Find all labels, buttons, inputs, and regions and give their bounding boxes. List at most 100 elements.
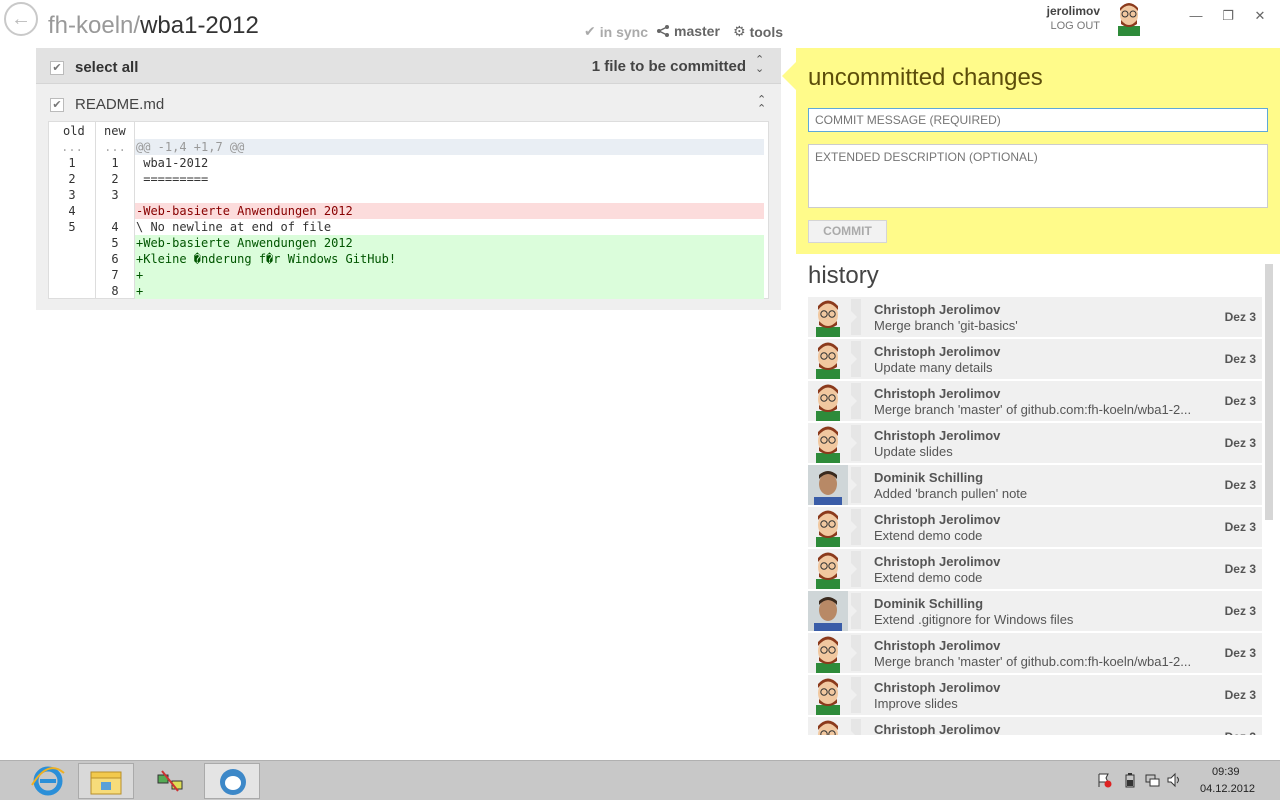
diff-new-line-number: 7 — [111, 268, 119, 282]
commit-message: Merge branch 'master' of github.com:fh-k… — [874, 402, 1192, 417]
diff-line-text: \ No newline at end of file — [136, 220, 332, 234]
commit-author: Christoph Jerolimov — [874, 302, 1001, 317]
diff-hunk-header: ...... @@ -1,4 +1,7 @@ — [49, 139, 764, 155]
commit-author-avatar — [818, 720, 838, 735]
restore-icon[interactable]: ❐ — [1216, 8, 1240, 24]
select-all-checkbox[interactable]: ✔ — [50, 61, 64, 75]
diff-line-removed: 4 -Web-basierte Anwendungen 2012 — [49, 203, 764, 219]
diff-old-line-number: ... — [61, 140, 83, 154]
extended-description-input[interactable] — [808, 144, 1268, 208]
diff-new-line-number: 4 — [111, 220, 119, 234]
clock-date[interactable]: 04.12.2012 — [1200, 783, 1255, 795]
commit-message: Update slides — [874, 444, 953, 459]
minimize-icon[interactable]: — — [1184, 8, 1208, 24]
diff-line-context: 5 4 \ No newline at end of file — [49, 219, 764, 235]
history-item[interactable]: Christoph Jerolimov Update slides Dez 3 — [808, 423, 1262, 463]
select-all-label[interactable]: select all — [75, 59, 138, 76]
back-button[interactable]: ← — [4, 2, 38, 36]
history-item[interactable]: Christoph Jerolimov Merge branch 'master'… — [808, 381, 1262, 421]
branch-button[interactable]: master — [656, 23, 720, 39]
commit-message-input[interactable] — [808, 108, 1268, 132]
commit-author: Christoph Jerolimov — [874, 428, 1001, 443]
commit-message: Merge branch 'git-basics' — [874, 318, 1018, 333]
commit-title: uncommitted changes — [808, 64, 1043, 91]
taskbar-network-tool[interactable] — [142, 763, 198, 799]
commit-author-avatar — [816, 678, 840, 715]
gear-icon: ⚙ — [733, 23, 746, 39]
close-icon[interactable]: ✕ — [1248, 8, 1272, 24]
history-item-notch — [851, 719, 861, 735]
commit-message: Added 'branch pullen' note — [874, 486, 1028, 501]
logout-link[interactable]: LOG OUT — [1046, 20, 1100, 32]
commit-date: Dez 3 — [1224, 352, 1256, 366]
history-item[interactable]: Christoph Jerolimov Merge branch 'master'… — [808, 633, 1262, 673]
commit-author-avatar — [816, 384, 840, 421]
diff-new-line-number: 5 — [111, 236, 119, 250]
commit-author-avatar — [808, 591, 848, 631]
repo-name: wba1-2012 — [140, 12, 259, 39]
commit-date: Dez 3 — [1224, 436, 1256, 450]
user-avatar[interactable] — [1113, 0, 1145, 36]
internet-explorer-icon — [31, 766, 65, 796]
history-item[interactable]: Christoph Jerolimov Dez 3 — [808, 717, 1262, 735]
checkmark-icon: ✔ — [584, 23, 596, 39]
collapse-file-icon[interactable]: ⌃ ⌃ — [757, 95, 766, 115]
commit-author-avatar — [816, 426, 840, 463]
clock-time[interactable]: 09:39 — [1212, 766, 1240, 778]
diff-line-text: @@ -1,4 +1,7 @@ — [135, 139, 764, 155]
tools-button[interactable]: ⚙ tools — [733, 23, 783, 40]
history-item-notch — [851, 383, 861, 419]
action-center-flag-icon[interactable] — [1096, 772, 1112, 788]
commit-author-avatar — [816, 342, 840, 379]
history-item-notch — [851, 299, 861, 335]
checkmark-icon: ✔ — [52, 62, 62, 74]
commit-author-avatar — [816, 300, 840, 337]
commit-date: Dez 3 — [1225, 730, 1256, 735]
repo-owner[interactable]: fh-koeln/ — [48, 12, 140, 39]
file-checkbox[interactable]: ✔ — [50, 98, 64, 112]
history-item[interactable]: Christoph Jerolimov Extend demo code Dez 3 — [808, 549, 1262, 589]
checkmark-icon: ✔ — [52, 99, 62, 111]
github-octocat-icon — [220, 769, 246, 795]
history-item[interactable]: Dominik Schilling Added 'branch pullen' n… — [808, 465, 1262, 505]
commit-author-avatar — [816, 552, 840, 589]
history-list: Christoph Jerolimov Merge branch 'git-bas… — [808, 297, 1262, 735]
commit-author: Christoph Jerolimov — [874, 512, 1001, 527]
commit-message: Extend demo code — [874, 570, 983, 585]
history-item[interactable]: Christoph Jerolimov Improve slides Dez 3 — [808, 675, 1262, 715]
file-name[interactable]: README.md — [75, 96, 164, 113]
network-icon — [157, 770, 183, 792]
commit-panel-pointer — [782, 62, 796, 90]
history-item-notch — [851, 551, 861, 587]
diff-line-context: 1 1 wba1-2012 — [49, 155, 764, 171]
diff-view: old new ...... @@ -1,4 +1,7 @@ 1 1 wba1-201… — [48, 121, 769, 299]
taskbar-github[interactable] — [204, 763, 260, 799]
diff-old-line-number: 1 — [68, 156, 76, 170]
taskbar-internet-explorer[interactable] — [20, 763, 76, 799]
battery-icon[interactable] — [1122, 772, 1138, 788]
commit-date: Dez 3 — [1224, 394, 1256, 408]
diff-line-text: wba1-2012 — [136, 156, 209, 170]
history-item[interactable]: Christoph Jerolimov Merge branch 'git-bas… — [808, 297, 1262, 337]
commit-date: Dez 3 — [1224, 688, 1256, 702]
volume-icon[interactable] — [1166, 772, 1182, 788]
network-status-icon[interactable] — [1144, 772, 1160, 788]
user-name: jerolimov — [1046, 4, 1100, 18]
diff-line-text: -Web-basierte Anwendungen 2012 — [135, 203, 764, 219]
commit-date: Dez 3 — [1224, 310, 1256, 324]
commit-author: Christoph Jerolimov — [874, 344, 1001, 359]
taskbar-file-explorer[interactable] — [78, 763, 134, 799]
collapse-all-icon[interactable]: ⌃ ⌄ — [755, 55, 764, 75]
commit-button[interactable]: COMMIT — [808, 220, 887, 243]
history-item-notch — [851, 677, 861, 713]
history-item[interactable]: Dominik Schilling Extend .gitignore for W… — [808, 591, 1262, 631]
sync-status-button[interactable]: ✔ in sync — [584, 23, 648, 40]
diff-line-text: ========= — [136, 172, 209, 186]
diff-new-line-number: 6 — [111, 252, 119, 266]
history-item[interactable]: Christoph Jerolimov Update many details De… — [808, 339, 1262, 379]
commit-message: Merge branch 'master' of github.com:fh-k… — [874, 654, 1192, 669]
history-scrollbar[interactable] — [1265, 264, 1273, 520]
history-item[interactable]: Christoph Jerolimov Extend demo code Dez 3 — [808, 507, 1262, 547]
history-item-notch — [851, 593, 861, 629]
commit-author-avatar — [816, 510, 840, 547]
